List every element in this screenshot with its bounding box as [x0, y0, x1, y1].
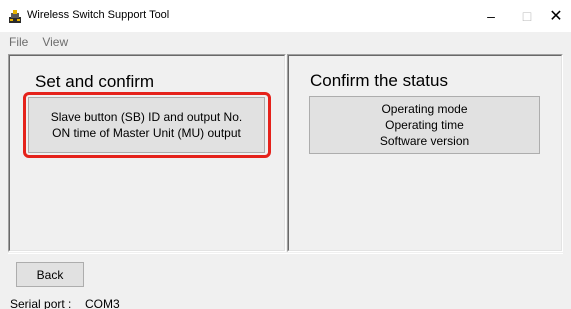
button-line: Software version: [379, 134, 470, 148]
set-and-confirm-title: Set and confirm: [35, 72, 155, 91]
window-title: Wireless Switch Support Tool: [27, 9, 170, 21]
highlight-box: [23, 92, 271, 158]
app-icon: [9, 10, 21, 23]
back-button[interactable]: Back: [16, 262, 84, 287]
menu-file[interactable]: File: [2, 35, 35, 49]
button-line: Operating mode: [381, 102, 468, 116]
set-and-confirm-panel: Set and confirm Slave button (SB) ID and…: [8, 54, 286, 252]
confirm-status-title: Confirm the status: [310, 71, 448, 90]
serial-port-value: COM3: [85, 297, 120, 309]
close-button[interactable]: ✕: [541, 0, 571, 32]
serial-port-label: Serial port :: [10, 297, 72, 309]
menu-bar: File View: [0, 32, 571, 52]
status-button[interactable]: Operating mode Operating time Software v…: [309, 96, 540, 154]
footer-area: [8, 253, 563, 289]
button-line: Operating time: [385, 118, 464, 132]
confirm-status-panel: Confirm the status Operating mode Operat…: [287, 54, 563, 252]
status-bar: Serial port : COM3: [0, 296, 571, 309]
title-bar: Wireless Switch Support Tool – □ ✕: [0, 0, 571, 32]
main-window: Wireless Switch Support Tool – □ ✕ File …: [0, 0, 571, 309]
menu-view[interactable]: View: [35, 35, 75, 49]
